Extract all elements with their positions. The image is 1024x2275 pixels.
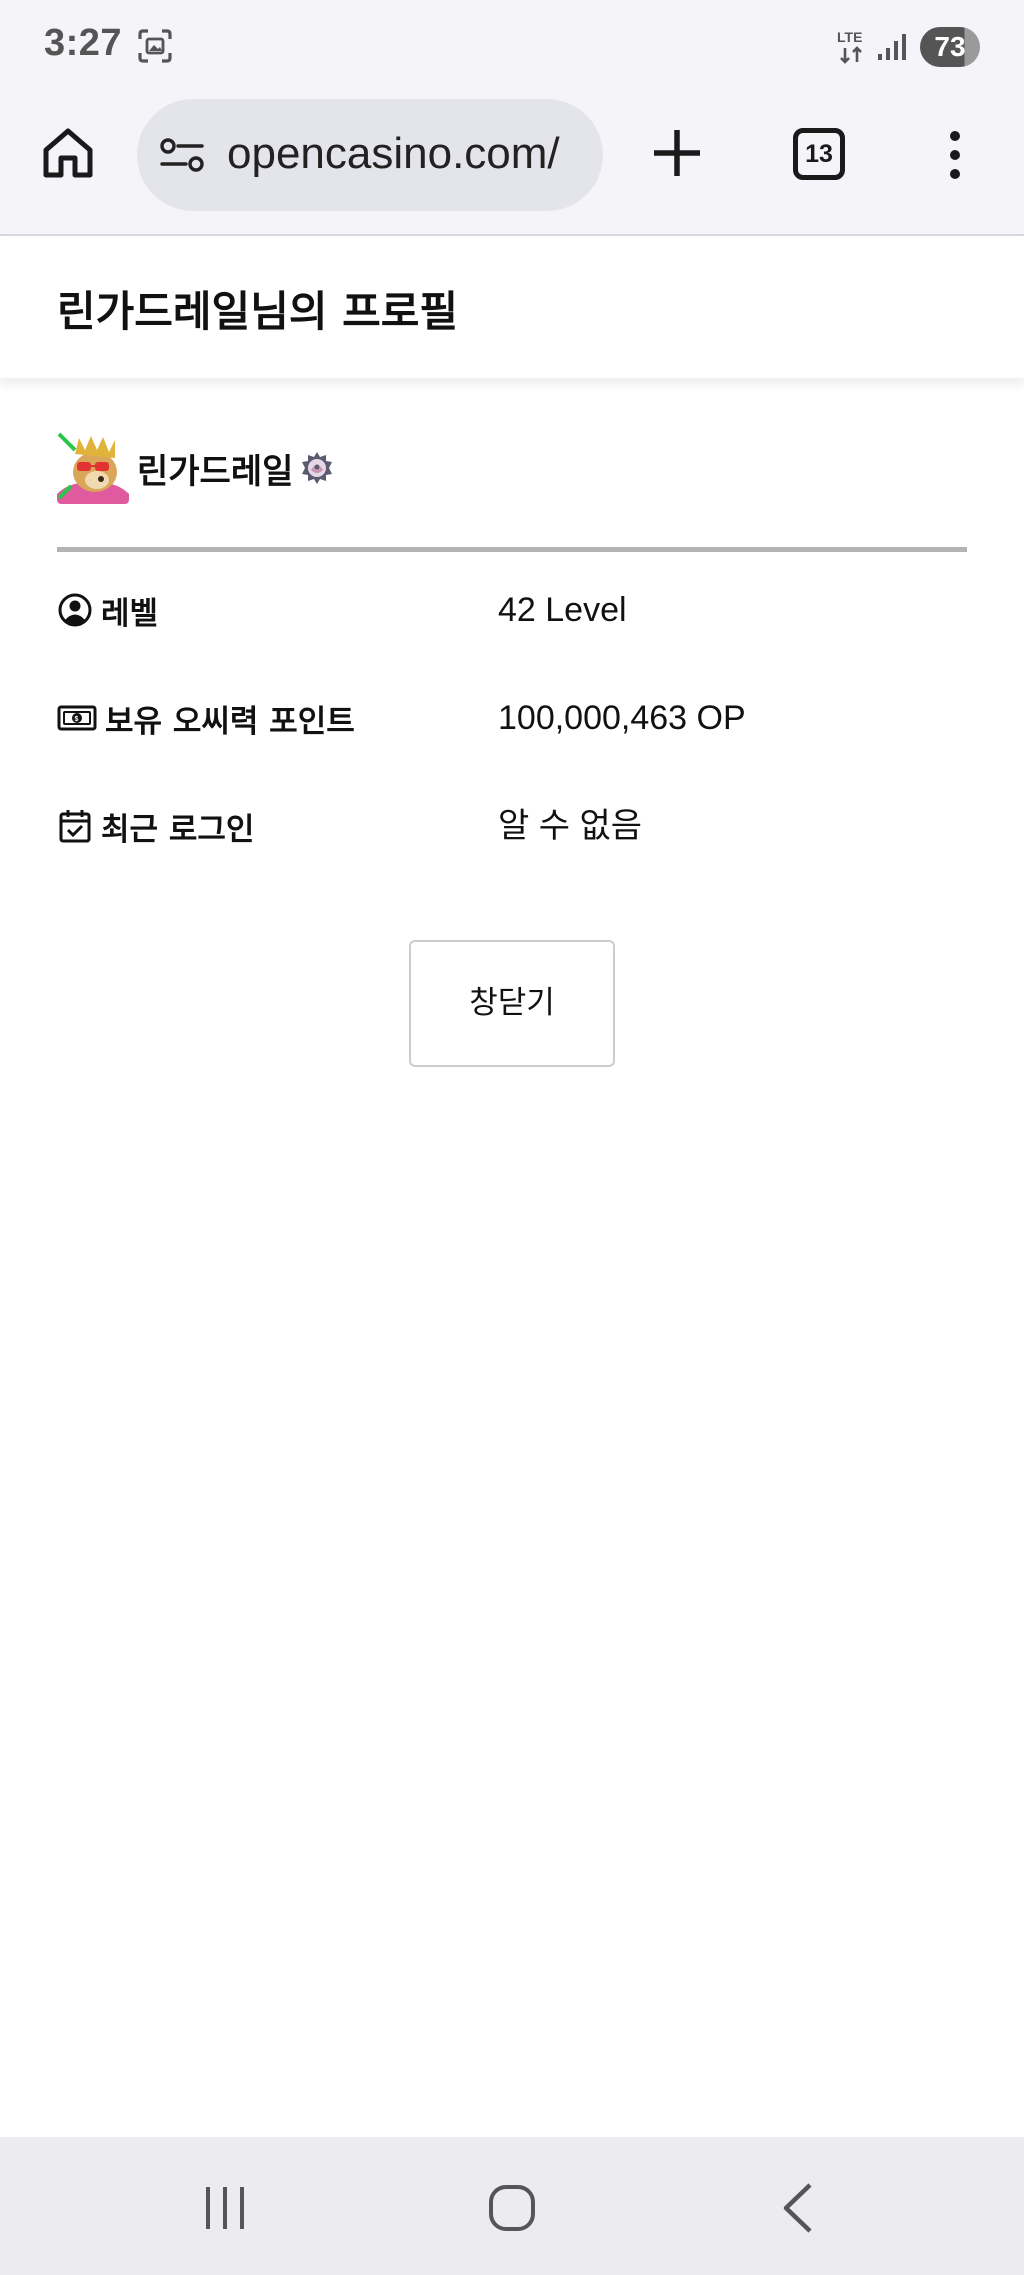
- profile-user: 린가드레일: [57, 432, 335, 504]
- last-login-label: 최근 로그인: [57, 796, 254, 856]
- browser-toolbar: opencasino.com/ 13: [0, 92, 1024, 236]
- home-icon[interactable]: [487, 2183, 537, 2233]
- site-settings-icon[interactable]: [159, 137, 205, 173]
- last-login-value: 알 수 없음: [498, 807, 643, 845]
- info-row-level: 레벨 42 Level: [57, 580, 967, 640]
- more-vert-icon[interactable]: [940, 130, 970, 180]
- signal-icon: [878, 34, 906, 60]
- url-text[interactable]: opencasino.com/: [227, 129, 560, 179]
- username: 린가드레일: [137, 451, 294, 492]
- screenshot-icon: [138, 29, 172, 63]
- badge-icon: [302, 452, 333, 484]
- divider: [57, 547, 967, 552]
- tabs-icon[interactable]: 13: [793, 128, 845, 180]
- lte-icon: LTE: [837, 29, 862, 64]
- battery-icon: 73: [920, 27, 980, 67]
- svg-text:LTE: LTE: [837, 29, 862, 45]
- last-login-label-text: 최근 로그인: [101, 811, 255, 848]
- url-bar[interactable]: opencasino.com/: [137, 99, 603, 211]
- avatar: [57, 432, 129, 504]
- status-bar: 3:27 LTE 73: [0, 0, 1024, 92]
- points-label: $ 보유 오씨력 포인트: [57, 688, 355, 748]
- plus-icon[interactable]: [650, 126, 704, 180]
- calendar-check-icon: [59, 810, 91, 843]
- svg-text:$: $: [75, 716, 79, 723]
- close-button[interactable]: 창닫기: [409, 940, 615, 1067]
- page-title: 린가드레일님의 프로필: [57, 287, 459, 336]
- back-icon[interactable]: [778, 2181, 818, 2235]
- recents-icon[interactable]: [200, 2183, 250, 2233]
- level-label-text: 레벨: [101, 595, 159, 632]
- info-row-points: $ 보유 오씨력 포인트 100,000,463 OP: [57, 688, 967, 748]
- nav-bar: [0, 2137, 1024, 2275]
- status-time: 3:27: [44, 22, 123, 64]
- level-value: 42 Level: [498, 591, 627, 629]
- home-icon[interactable]: [38, 122, 98, 182]
- page-header: 린가드레일님의 프로필: [0, 238, 1024, 378]
- info-row-last-login: 최근 로그인 알 수 없음: [57, 796, 967, 856]
- points-value: 100,000,463 OP: [498, 699, 746, 737]
- level-label: 레벨: [57, 580, 158, 640]
- points-label-text: 보유 오씨력 포인트: [105, 703, 355, 740]
- user-circle-icon: [58, 593, 92, 627]
- money-icon: $: [57, 705, 97, 731]
